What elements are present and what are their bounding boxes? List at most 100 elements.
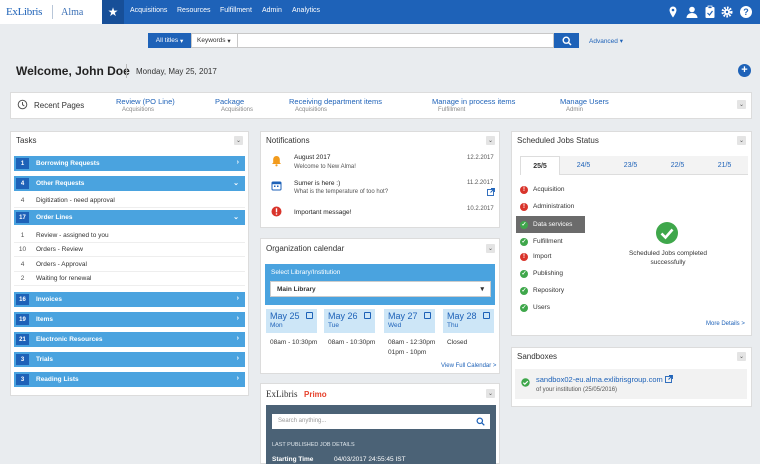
- task-row-electronic-resources[interactable]: 21 Electronic Resources ›: [14, 332, 245, 347]
- calendar-hours: Closed: [447, 339, 468, 346]
- jobs-summary: Scheduled Jobs completed successfully: [628, 250, 708, 266]
- job-row-repository[interactable]: ✓ Repository: [516, 282, 585, 299]
- primo-chevron-down-icon[interactable]: ⌄: [486, 389, 495, 398]
- location-icon[interactable]: [666, 5, 680, 19]
- calendar-title: Organization calendar: [266, 244, 345, 253]
- notification-date: 12.2.2017: [467, 155, 494, 161]
- calendar-day-card[interactable]: May 27 Wed: [384, 309, 435, 333]
- job-row-publishing[interactable]: ✓ Publishing: [516, 265, 585, 282]
- organization-calendar-panel: [260, 238, 500, 374]
- notification-title[interactable]: Sumer is here :): [294, 180, 340, 187]
- task-subrow-waiting-renewal[interactable]: 2 Waiting for renewal: [14, 272, 245, 286]
- error-icon: !: [520, 252, 528, 261]
- task-row-borrowing-requests[interactable]: 1 Borrowing Requests ›: [14, 156, 245, 171]
- task-subrow-review-assigned[interactable]: 1 Review - assigned to you: [14, 229, 245, 243]
- external-link-icon[interactable]: [665, 375, 673, 383]
- clipboard-icon[interactable]: [703, 5, 717, 19]
- calendar-hours: 08am - 10:30pm: [328, 339, 376, 346]
- task-row-invoices[interactable]: 16 Invoices ›: [14, 292, 245, 307]
- search-icon: [561, 35, 572, 46]
- job-row-acquisition[interactable]: ! Acquisition: [516, 181, 585, 198]
- jobs-chevron-down-icon[interactable]: ⌄: [737, 136, 746, 145]
- recent-link-receiving[interactable]: Receiving department items: [289, 97, 382, 106]
- check-icon: ✓: [520, 286, 528, 295]
- job-row-import[interactable]: ! Import: [516, 248, 585, 265]
- jobs-tab[interactable]: 22/5: [654, 156, 701, 175]
- job-row-administration[interactable]: ! Administration: [516, 198, 585, 215]
- search-scope-dropdown[interactable]: All titles ▾: [148, 33, 191, 48]
- notification-title[interactable]: Important message!: [294, 209, 351, 216]
- menu-fulfillment[interactable]: Fulfillment: [220, 7, 252, 14]
- library-select-label: Select Library/Institution: [271, 269, 341, 276]
- gear-icon[interactable]: [720, 5, 734, 19]
- task-row-trials[interactable]: 3 Trials ›: [14, 352, 245, 367]
- advanced-search-link[interactable]: Advanced ▾: [589, 37, 623, 45]
- task-subrow-digitization[interactable]: 4 Digitization - need approval: [14, 194, 245, 208]
- error-icon: !: [520, 185, 528, 194]
- search-field-dropdown[interactable]: Keywords ▾: [191, 33, 237, 48]
- help-icon[interactable]: ?: [739, 5, 753, 19]
- task-row-reading-lists[interactable]: 3 Reading Lists ›: [14, 372, 245, 387]
- recent-link-package[interactable]: Package: [215, 97, 244, 106]
- success-check-icon: [656, 222, 678, 244]
- error-icon: !: [520, 202, 528, 211]
- search-button[interactable]: [554, 33, 579, 48]
- brand-logo[interactable]: ExLibris Alma: [0, 0, 102, 24]
- calendar-icon: [271, 181, 282, 191]
- notifications-title: Notifications: [266, 136, 310, 145]
- jobs-tab[interactable]: 24/5: [560, 156, 607, 175]
- add-widget-button[interactable]: +: [738, 64, 751, 77]
- job-row-users[interactable]: ✓ Users: [516, 299, 585, 316]
- job-row-data-services[interactable]: ✓ Data services: [516, 216, 585, 233]
- notification-title[interactable]: August 2017: [294, 154, 331, 161]
- recent-pages-chevron-down-icon[interactable]: ⌄: [737, 100, 746, 109]
- search-input[interactable]: [237, 33, 554, 48]
- caret-down-icon: ▾: [480, 286, 484, 293]
- task-row-order-lines[interactable]: 17 Order Lines ⌄: [14, 210, 245, 225]
- alma-logo-text: Alma: [61, 6, 84, 18]
- menu-admin[interactable]: Admin: [262, 7, 282, 14]
- task-subrow-orders-approval[interactable]: 4 Orders - Approval: [14, 258, 245, 272]
- calendar-icon: [424, 312, 431, 319]
- chevron-right-icon: ›: [236, 315, 239, 322]
- search-icon: [476, 417, 485, 426]
- chevron-right-icon: ›: [236, 375, 239, 382]
- task-subrow-orders-review[interactable]: 10 Orders - Review: [14, 243, 245, 257]
- more-details-link[interactable]: More Details >: [706, 321, 745, 327]
- notification-body: Welcome to New Alma!: [294, 164, 356, 170]
- task-row-items[interactable]: 19 Items ›: [14, 312, 245, 327]
- check-icon: ✓: [520, 269, 528, 278]
- calendar-day-card[interactable]: May 25 Mon: [266, 309, 317, 333]
- calendar-icon: [483, 312, 490, 319]
- recent-link-manage-in-process[interactable]: Manage in process items: [432, 97, 515, 106]
- external-link-icon[interactable]: [487, 188, 495, 196]
- welcome-greeting: Welcome, John Doe: [16, 64, 130, 78]
- tasks-chevron-down-icon[interactable]: ⌄: [234, 136, 243, 145]
- sandboxes-chevron-down-icon[interactable]: ⌄: [737, 352, 746, 361]
- view-full-calendar-link[interactable]: View Full Calendar >: [441, 363, 496, 369]
- menu-analytics[interactable]: Analytics: [292, 7, 320, 14]
- task-row-other-requests[interactable]: 4 Other Requests ⌄: [14, 176, 245, 191]
- jobs-tab[interactable]: 21/5: [701, 156, 748, 175]
- calendar-day-card[interactable]: May 26 Tue: [324, 309, 375, 333]
- calendar-chevron-down-icon[interactable]: ⌄: [486, 244, 495, 253]
- notifications-chevron-down-icon[interactable]: ⌄: [486, 136, 495, 145]
- menu-acquisitions[interactable]: Acquisitions: [130, 7, 167, 14]
- primo-search-input[interactable]: Search anything...: [272, 414, 490, 429]
- user-icon[interactable]: [685, 5, 699, 19]
- calendar-day-card[interactable]: May 28 Thu: [443, 309, 494, 333]
- favorites-star-icon[interactable]: ★: [102, 0, 124, 24]
- calendar-icon: [364, 312, 371, 319]
- recent-link-review[interactable]: Review (PO Line): [116, 97, 175, 106]
- jobs-tab-active[interactable]: 25/5: [520, 156, 560, 175]
- recent-link-manage-users[interactable]: Manage Users: [560, 97, 609, 106]
- recent-sub-receiving: Acquisitions: [295, 107, 328, 113]
- jobs-tab[interactable]: 23/5: [607, 156, 654, 175]
- sandboxes-title: Sandboxes: [517, 352, 558, 361]
- menu-resources[interactable]: Resources: [177, 7, 210, 14]
- alert-icon: [271, 206, 282, 217]
- chevron-right-icon: ›: [236, 295, 239, 302]
- library-select-dropdown[interactable]: Main Library ▾: [270, 281, 491, 297]
- sandbox-link[interactable]: sandbox02-eu.alma.exlibrisgroup.com: [536, 375, 663, 384]
- tasks-title: Tasks: [16, 136, 37, 145]
